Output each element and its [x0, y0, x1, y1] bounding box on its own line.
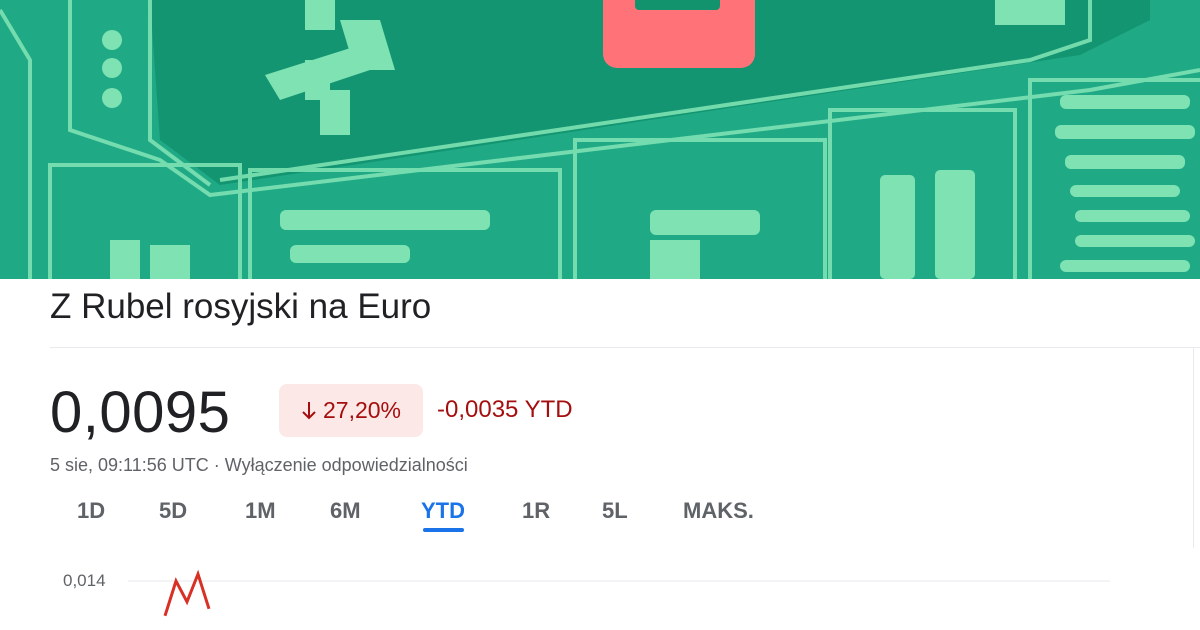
tab-ytd[interactable]: YTD [421, 498, 465, 524]
arrow-down-icon [301, 401, 317, 421]
exchange-rate-value: 0,0095 [50, 380, 231, 445]
tab-maks[interactable]: MAKS. [683, 498, 754, 524]
page-title: Z Rubel rosyjski na Euro [50, 287, 432, 326]
change-percent-badge: 27,20% [279, 384, 423, 437]
series-line [163, 569, 211, 617]
timestamp: 5 sie, 09:11:56 UTC [50, 455, 209, 475]
tab-1d[interactable]: 1D [77, 498, 105, 524]
disclaimer-link[interactable]: Wyłączenie odpowiedzialności [225, 455, 468, 475]
quote-meta: 5 sie, 09:11:56 UTC · Wyłączenie odpowie… [50, 455, 468, 476]
tab-6m[interactable]: 6M [330, 498, 361, 524]
change-absolute-text: -0,0035 YTD [437, 396, 573, 423]
title-divider [50, 347, 1200, 348]
price-chart[interactable] [0, 560, 1200, 630]
change-percent-text: 27,20% [322, 397, 401, 423]
active-tab-indicator [423, 528, 464, 532]
meta-separator: · [213, 455, 220, 475]
tab-5l[interactable]: 5L [602, 498, 628, 524]
header-banner-illustration [0, 0, 1200, 279]
tab-1r[interactable]: 1R [522, 498, 550, 524]
tab-5d[interactable]: 5D [159, 498, 187, 524]
tab-1m[interactable]: 1M [245, 498, 276, 524]
card-right-border [1193, 348, 1194, 548]
